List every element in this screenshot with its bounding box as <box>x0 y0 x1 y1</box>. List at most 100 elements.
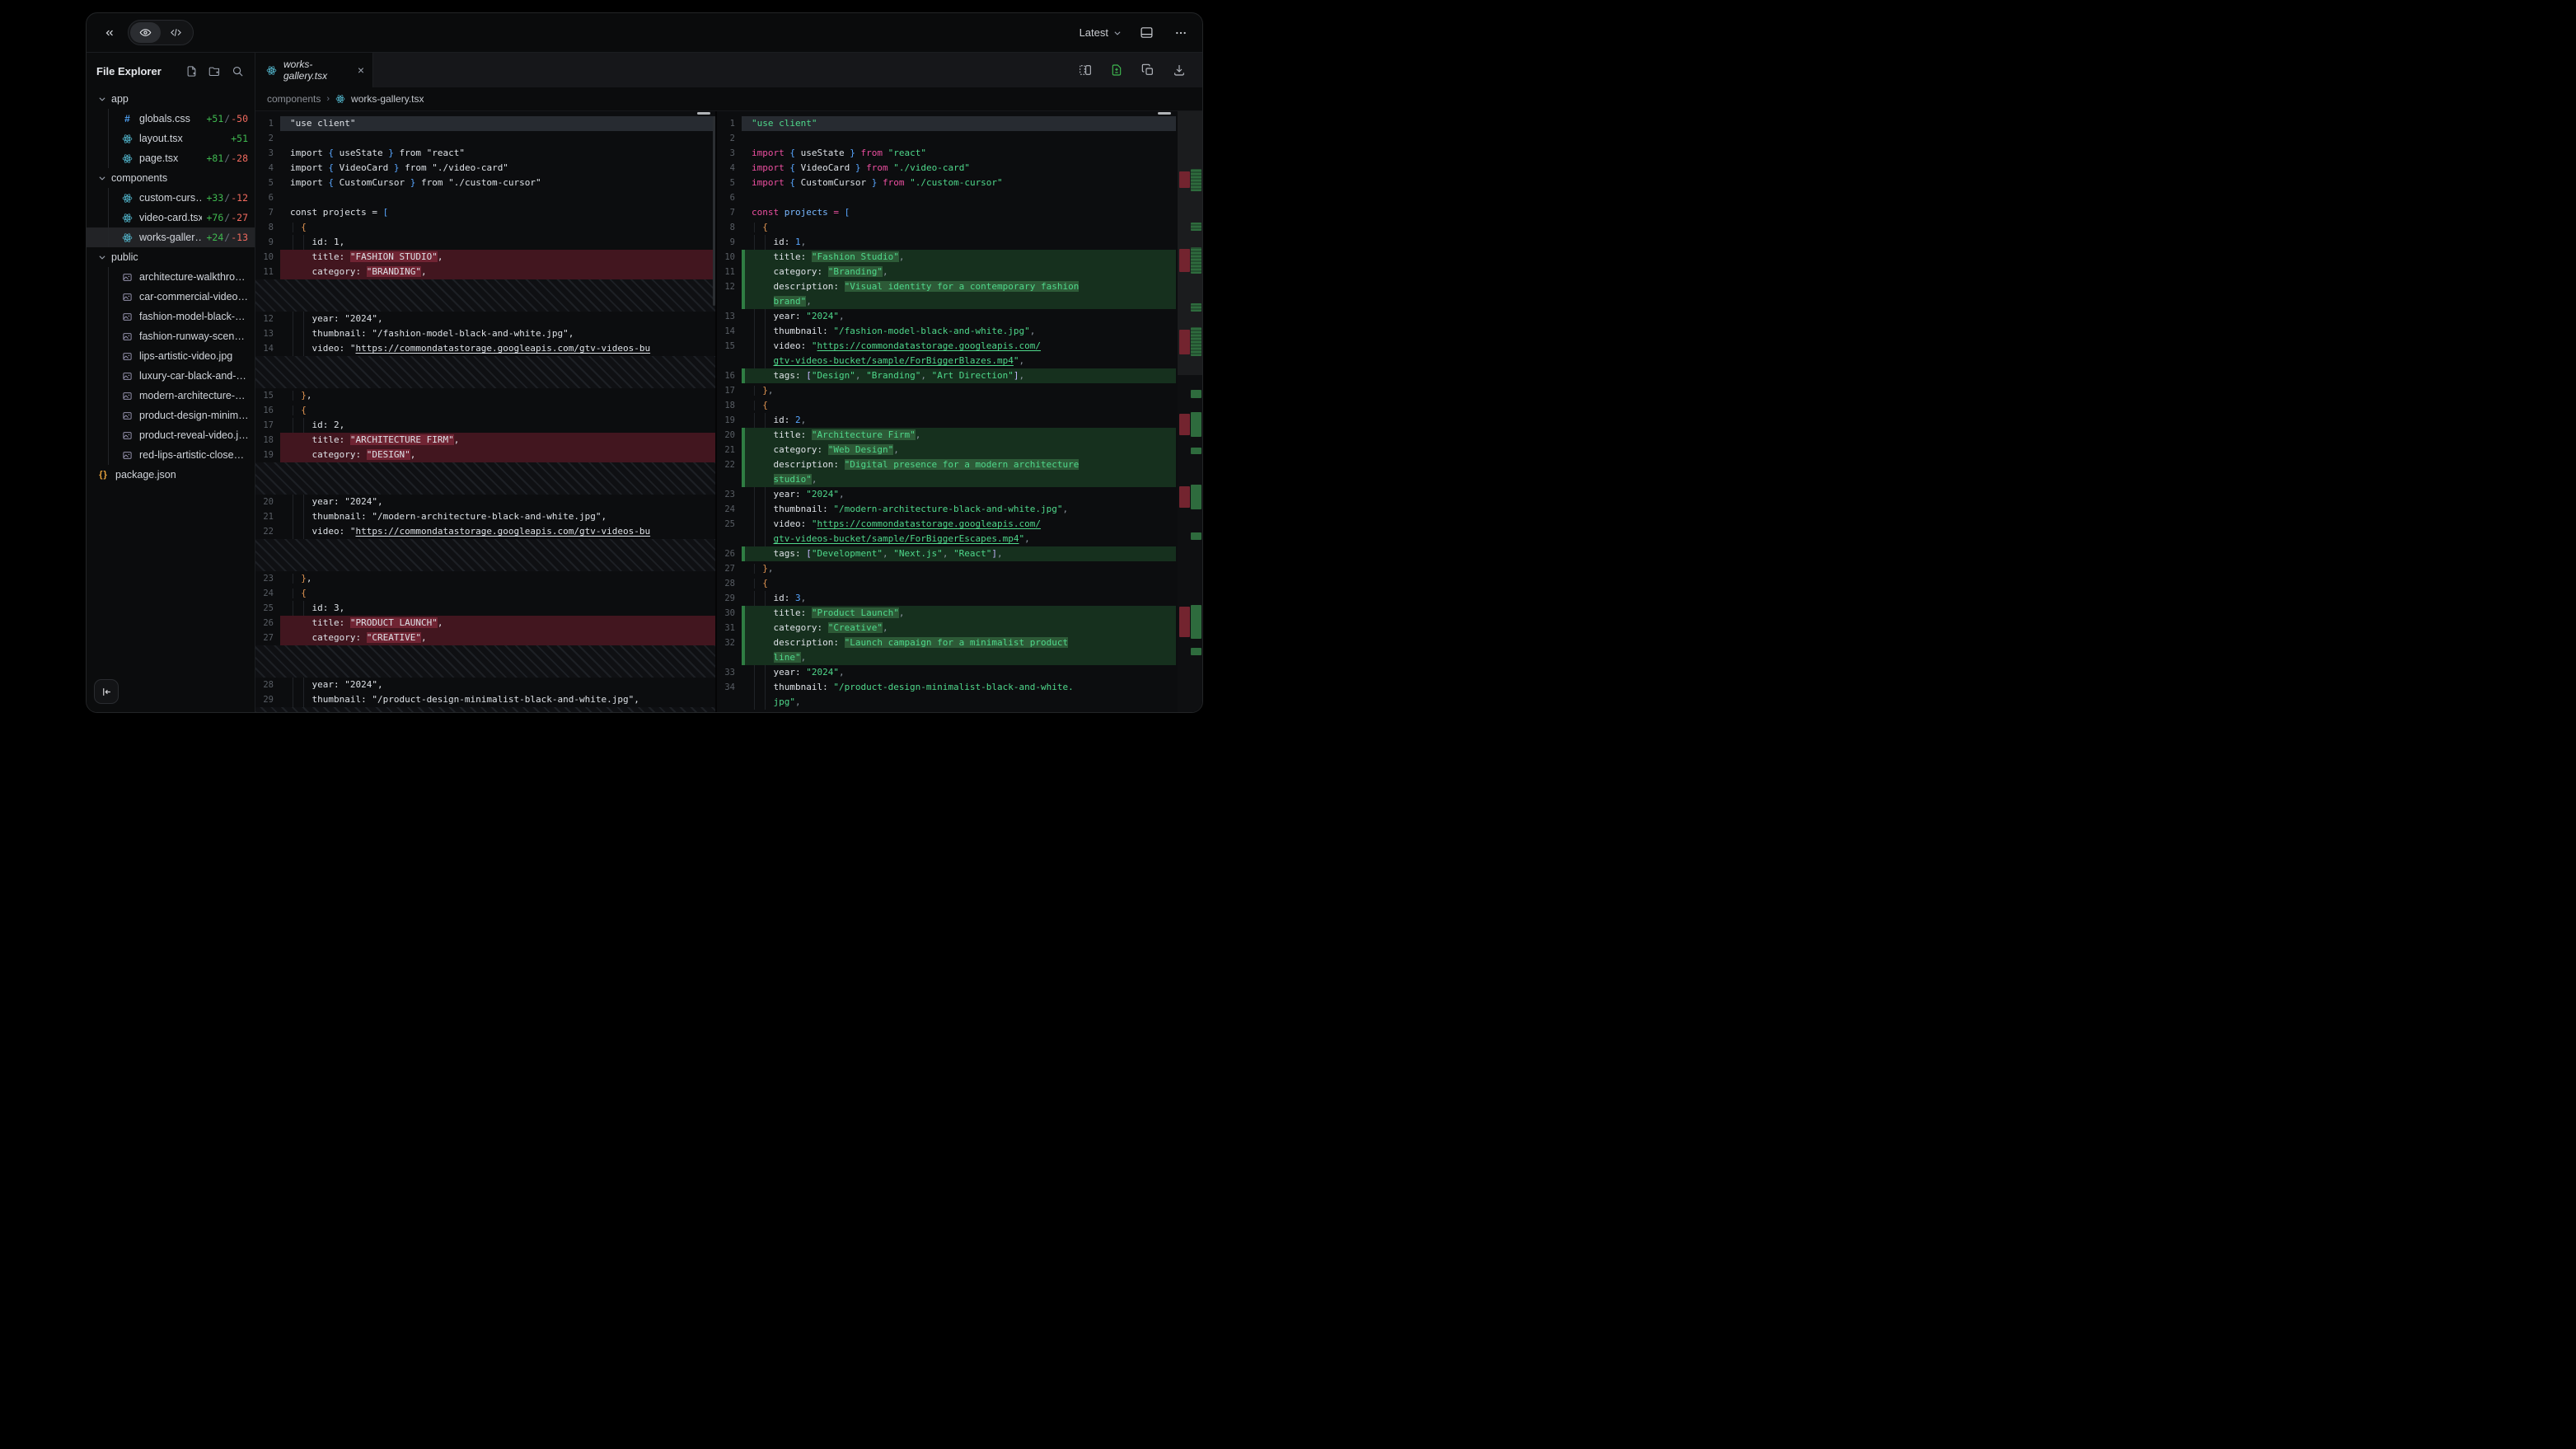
line-number: 27 <box>255 631 280 645</box>
minimap-addition-mark <box>1191 648 1201 655</box>
code-line: 19 category: "DESIGN", <box>255 448 715 462</box>
line-number: 10 <box>717 250 742 265</box>
code-text: const projects = [ <box>283 205 715 220</box>
eye-icon <box>139 26 152 39</box>
code-line: 34 thumbnail: "/product-design-minimalis… <box>717 680 1176 695</box>
sidebar-file-architecture-walkthro[interactable]: architecture-walkthro… <box>87 267 255 287</box>
code-text: const projects = [ <box>745 205 1176 220</box>
vertical-scrollbar-thumb[interactable] <box>713 116 715 306</box>
code-line: 13 thumbnail: "/fashion-model-black-and-… <box>255 326 715 341</box>
code-line: studio", <box>717 472 1176 487</box>
breadcrumb-file[interactable]: works-gallery.tsx <box>351 93 424 105</box>
code-text: }, <box>745 383 1176 398</box>
code-text: category: "CREATIVE", <box>283 631 715 645</box>
code-text: video: "https://commondatastorage.google… <box>745 517 1176 532</box>
code-line: 10 title: "FASHION STUDIO", <box>255 250 715 265</box>
sidebar-file-page.tsx[interactable]: page.tsx+81/-28 <box>87 148 255 168</box>
file-label: red-lips-artistic-close… <box>139 449 248 461</box>
minimap-deletion-mark <box>1179 249 1190 272</box>
line-number: 7 <box>255 205 280 220</box>
horizontal-scrollbar-thumb[interactable] <box>697 112 710 115</box>
line-number: 15 <box>255 388 280 403</box>
code-line: 20 title: "Architecture Firm", <box>717 428 1176 443</box>
more-options-button[interactable] <box>1171 23 1191 43</box>
line-number: 26 <box>255 616 280 631</box>
sidebar-file-luxury-car-black-and-[interactable]: luxury-car-black-and-… <box>87 366 255 386</box>
diff-filler <box>255 645 715 678</box>
split-view-button[interactable] <box>1075 60 1095 80</box>
bottom-panel-button[interactable] <box>1136 23 1156 43</box>
file-label: fashion-model-black-… <box>139 311 248 322</box>
minimap-addition-mark <box>1191 532 1201 540</box>
code-line: 11 category: "Branding", <box>717 265 1176 279</box>
sidebar-file-layout.tsx[interactable]: layout.tsx+51 <box>87 129 255 148</box>
sidebar-file-fashion-runway-scen[interactable]: fashion-runway-scen… <box>87 326 255 346</box>
sidebar-file-car-commercial-video[interactable]: car-commercial-video… <box>87 287 255 307</box>
code-text <box>283 190 715 205</box>
minimap-addition-mark <box>1191 390 1201 398</box>
sidebar-file-fashion-model-black-[interactable]: fashion-model-black-… <box>87 307 255 326</box>
line-number: 30 <box>717 606 742 621</box>
new-file-button[interactable] <box>185 64 199 78</box>
code-line: 17 id: 2, <box>255 418 715 433</box>
sidebar-folder-public[interactable]: public <box>87 247 255 267</box>
line-number: 28 <box>717 576 742 591</box>
collapse-sidebar-button[interactable] <box>94 679 119 704</box>
preview-toggle-button[interactable] <box>130 22 161 43</box>
line-number <box>717 695 742 710</box>
search-files-button[interactable] <box>231 64 245 78</box>
code-text: "use client" <box>745 116 1176 131</box>
sidebar-file-product-design-minim[interactable]: product-design-minim… <box>87 406 255 425</box>
line-number: 19 <box>255 448 280 462</box>
line-number: 21 <box>717 443 742 457</box>
diff-view-button[interactable] <box>1107 60 1126 80</box>
copy-button[interactable] <box>1138 60 1158 80</box>
sidebar-folder-app[interactable]: app <box>87 89 255 109</box>
line-number: 32 <box>717 635 742 650</box>
code-text: line", <box>745 650 1176 665</box>
line-number: 22 <box>255 524 280 539</box>
diff-minimap[interactable] <box>1178 111 1202 712</box>
tab-works-gallery[interactable]: works-gallery.tsx × <box>255 53 373 87</box>
sidebar-file-package.json[interactable]: {}package.json <box>87 465 255 485</box>
diff-stats: +51/-50 <box>202 113 249 124</box>
collapse-panel-button[interactable] <box>98 21 121 45</box>
tab-close-button[interactable]: × <box>358 64 364 76</box>
sidebar-file-lips-artistic-video.jpg[interactable]: lips-artistic-video.jpg <box>87 346 255 366</box>
line-number: 3 <box>255 146 280 161</box>
code-text: import { useState } from "react" <box>283 146 715 161</box>
download-button[interactable] <box>1169 60 1189 80</box>
code-text <box>283 131 715 146</box>
code-text: thumbnail: "/modern-architecture-black-a… <box>745 502 1176 517</box>
code-line: 12 description: "Visual identity for a c… <box>717 279 1176 294</box>
line-number: 9 <box>255 235 280 250</box>
code-text: { <box>283 403 715 418</box>
sidebar-file-modern-architecture-[interactable]: modern-architecture-… <box>87 386 255 406</box>
line-number: 11 <box>717 265 742 279</box>
split-view-icon <box>1079 63 1092 77</box>
code-toggle-button[interactable] <box>161 22 191 43</box>
sidebar-file-video-card.tsx[interactable]: video-card.tsx+76/-27 <box>87 208 255 227</box>
diff-filler <box>255 539 715 571</box>
sidebar-file-product-reveal-video.j[interactable]: product-reveal-video.j… <box>87 425 255 445</box>
breadcrumb-folder[interactable]: components <box>267 93 321 105</box>
top-bar-right: Latest <box>1080 23 1191 43</box>
version-dropdown[interactable]: Latest <box>1080 26 1122 39</box>
file-label: modern-architecture-… <box>139 390 248 401</box>
sidebar-folder-components[interactable]: components <box>87 168 255 188</box>
line-number: 2 <box>717 131 742 146</box>
sidebar-file-works-galler[interactable]: works-galler…+24/-13 <box>87 227 255 247</box>
code-line: 7const projects = [ <box>717 205 1176 220</box>
code-text: title: "PRODUCT LAUNCH", <box>283 616 715 631</box>
file-label: product-design-minim… <box>139 410 248 421</box>
file-explorer-sidebar: File Explorer app#globals.css+51/-50layo… <box>87 53 255 712</box>
horizontal-scrollbar-thumb[interactable] <box>1158 112 1171 115</box>
sidebar-file-custom-curs[interactable]: custom-curs…+33/-12 <box>87 188 255 208</box>
code-line: 18 { <box>717 398 1176 413</box>
line-number <box>717 650 742 665</box>
new-folder-button[interactable] <box>208 64 222 78</box>
line-number: 3 <box>717 146 742 161</box>
code-line: 16 tags: ["Design", "Branding", "Art Dir… <box>717 368 1176 383</box>
sidebar-file-red-lips-artistic-close[interactable]: red-lips-artistic-close… <box>87 445 255 465</box>
sidebar-file-globals.css[interactable]: #globals.css+51/-50 <box>87 109 255 129</box>
